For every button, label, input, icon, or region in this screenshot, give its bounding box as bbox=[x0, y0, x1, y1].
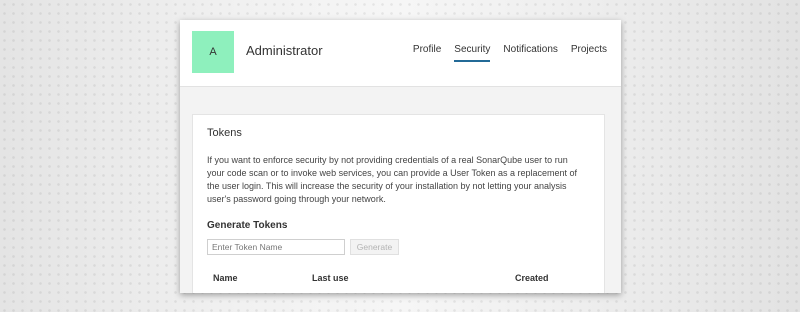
tab-notifications[interactable]: Notifications bbox=[503, 44, 557, 60]
tab-security[interactable]: Security bbox=[454, 44, 491, 62]
tab-projects[interactable]: Projects bbox=[571, 44, 607, 60]
avatar: A bbox=[192, 31, 234, 73]
page-content: Tokens If you want to enforce security b… bbox=[180, 87, 621, 293]
column-header-created: Created bbox=[515, 273, 549, 283]
tokens-title: Tokens bbox=[207, 127, 242, 139]
user-name: Administrator bbox=[246, 43, 323, 58]
tab-profile[interactable]: Profile bbox=[413, 44, 441, 60]
token-name-input[interactable] bbox=[207, 239, 345, 255]
account-header: A Administrator Profile Security Notific… bbox=[180, 20, 621, 87]
account-nav: Profile Security Notifications Projects bbox=[413, 44, 607, 62]
tokens-description: If you want to enforce security by not p… bbox=[207, 155, 578, 204]
generate-button[interactable]: Generate bbox=[350, 239, 399, 255]
column-header-last-use: Last use bbox=[312, 273, 349, 283]
generate-tokens-title: Generate Tokens bbox=[207, 220, 288, 231]
column-header-name: Name bbox=[213, 273, 238, 283]
account-window: A Administrator Profile Security Notific… bbox=[180, 20, 621, 293]
tokens-panel: Tokens If you want to enforce security b… bbox=[192, 114, 605, 293]
